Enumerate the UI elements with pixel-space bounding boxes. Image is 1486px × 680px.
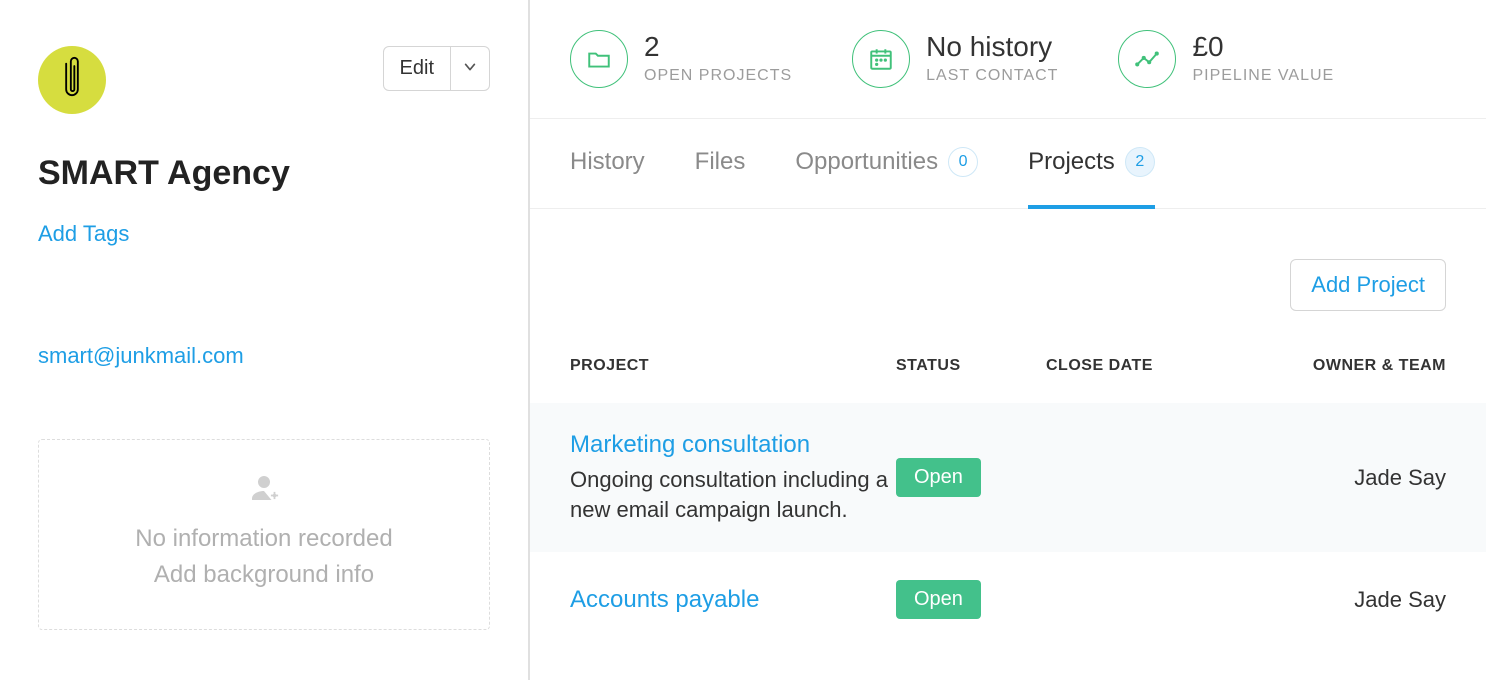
stat-value: 2 [644, 33, 792, 61]
stat-label: LAST CONTACT [926, 67, 1058, 85]
col-header-status: STATUS [896, 357, 1046, 375]
status-badge: Open [896, 580, 981, 619]
paperclip-icon [58, 54, 86, 106]
org-avatar[interactable] [38, 46, 106, 114]
tab-badge: 2 [1125, 147, 1155, 177]
tab-label: Projects [1028, 148, 1115, 176]
col-header-project: PROJECT [570, 357, 896, 375]
stat-label: PIPELINE VALUE [1192, 67, 1334, 85]
sidebar: Edit SMART Agency Add Tags smart@junkmai… [0, 0, 530, 680]
edit-dropdown-button[interactable] [451, 46, 490, 91]
tab-history[interactable]: History [570, 119, 645, 209]
tab-label: Opportunities [795, 148, 938, 176]
chart-icon [1118, 30, 1176, 88]
project-link[interactable]: Marketing consultation [570, 431, 896, 459]
table-row[interactable]: Accounts payable Open Jade Say [530, 552, 1486, 647]
stat-open-projects[interactable]: 2 OPEN PROJECTS [570, 30, 792, 88]
org-name: SMART Agency [38, 154, 490, 193]
calendar-icon [852, 30, 910, 88]
project-link[interactable]: Accounts payable [570, 586, 896, 614]
tab-projects[interactable]: Projects 2 [1028, 119, 1155, 209]
folder-icon [570, 30, 628, 88]
tab-files[interactable]: Files [695, 119, 746, 209]
projects-table-header: PROJECT STATUS CLOSE DATE OWNER & TEAM [530, 341, 1486, 403]
add-background-link[interactable]: Add background info [59, 561, 469, 589]
status-badge: Open [896, 458, 981, 497]
background-info-box[interactable]: No information recorded Add background i… [38, 439, 490, 630]
add-project-button[interactable]: Add Project [1290, 259, 1446, 311]
chevron-down-icon [463, 60, 477, 74]
tab-opportunities[interactable]: Opportunities 0 [795, 119, 978, 209]
main-panel: 2 OPEN PROJECTS No history LAST CONTACT [530, 0, 1486, 680]
col-header-owner: OWNER & TEAM [1236, 357, 1446, 375]
stat-value: £0 [1192, 33, 1334, 61]
stat-label: OPEN PROJECTS [644, 67, 792, 85]
tabs: History Files Opportunities 0 Projects 2 [530, 119, 1486, 209]
stat-value: No history [926, 33, 1058, 61]
tab-badge: 0 [948, 147, 978, 177]
owner-cell: Jade Say [1236, 587, 1446, 613]
add-person-icon [246, 470, 282, 511]
stat-pipeline-value[interactable]: £0 PIPELINE VALUE [1118, 30, 1334, 88]
stats-bar: 2 OPEN PROJECTS No history LAST CONTACT [530, 30, 1486, 119]
table-row[interactable]: Marketing consultation Ongoing consultat… [530, 403, 1486, 552]
edit-button-group: Edit [383, 46, 490, 91]
background-empty-text: No information recorded [59, 525, 469, 553]
edit-button[interactable]: Edit [383, 46, 451, 91]
stat-last-contact[interactable]: No history LAST CONTACT [852, 30, 1058, 88]
project-description: Ongoing consultation including a new ema… [570, 465, 896, 524]
col-header-close-date: CLOSE DATE [1046, 357, 1236, 375]
email-link[interactable]: smart@junkmail.com [38, 343, 244, 369]
owner-cell: Jade Say [1236, 465, 1446, 491]
add-tags-link[interactable]: Add Tags [38, 221, 129, 247]
